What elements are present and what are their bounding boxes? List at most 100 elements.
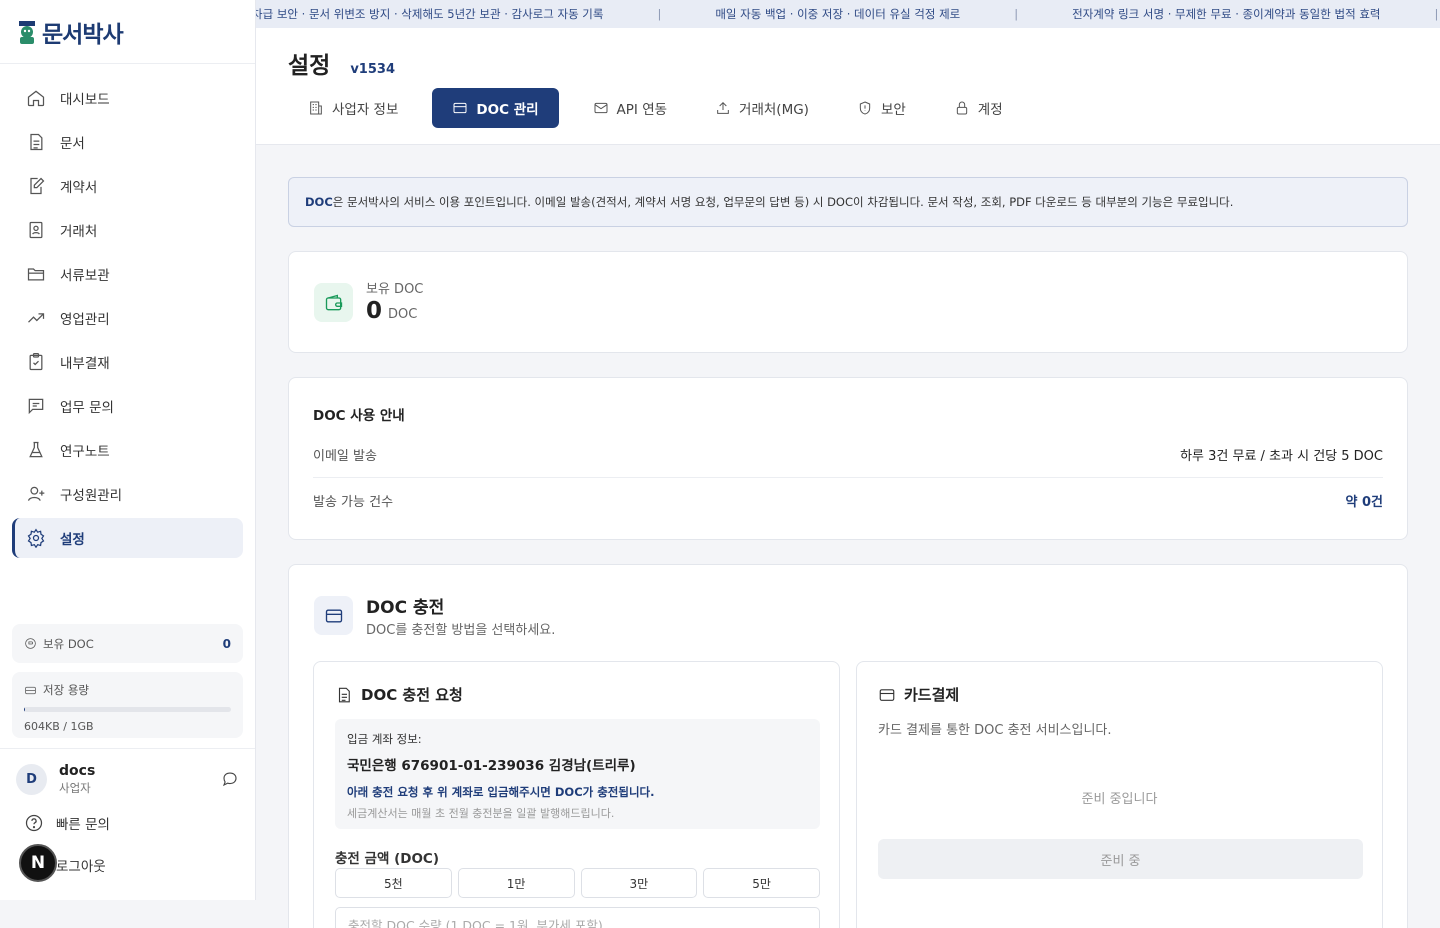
sidebar-item-sales[interactable]: 영업관리 bbox=[12, 298, 243, 338]
card-payment-panel: 카드결제 카드 결제를 통한 DOC 충전 서비스입니다. 준비 중입니다 준비… bbox=[856, 661, 1383, 928]
sidebar-item-contracts[interactable]: 계약서 bbox=[12, 166, 243, 206]
request-title: DOC 충전 요청 bbox=[361, 686, 463, 704]
sidebar-item-label: 연구노트 bbox=[60, 444, 110, 460]
amount-30k-button[interactable]: 3만 bbox=[580, 868, 698, 898]
tab-account[interactable]: 계정 bbox=[940, 88, 1017, 128]
card-payment-button[interactable]: 준비 중 bbox=[878, 839, 1363, 879]
coin-icon bbox=[25, 638, 36, 649]
contact-icon bbox=[29, 221, 43, 239]
sidebar-item-clients[interactable]: 거래처 bbox=[12, 210, 243, 250]
settings-tabs: 사업자 정보 DOC 관리 API 연동 거래처(MG) 보안 계정 bbox=[294, 88, 1037, 128]
help-circle-icon bbox=[25, 814, 43, 832]
storage-progress-fill bbox=[24, 707, 26, 712]
avatar[interactable]: D bbox=[16, 763, 47, 795]
charge-title: DOC 충전 bbox=[366, 598, 445, 618]
building-icon bbox=[310, 101, 322, 115]
sidebar: 문서박사 대시보드 문서 계약서 거래처 서류보관 영업관리 내부결재 업무 문… bbox=[0, 0, 256, 900]
balance-card: 보유 DOC 0 DOC bbox=[288, 251, 1408, 353]
upload-icon bbox=[717, 101, 729, 114]
usage-guide-card: DOC 사용 안내 이메일 발송 하루 3건 무료 / 초과 시 건당 5 DO… bbox=[288, 377, 1408, 540]
tab-doc-management[interactable]: DOC 관리 bbox=[432, 88, 559, 128]
sidebar-item-dashboard[interactable]: 대시보드 bbox=[12, 78, 243, 118]
amount-5k-button[interactable]: 5천 bbox=[335, 868, 452, 898]
usage-row-value: 하루 3건 무료 / 초과 시 건당 5 DOC bbox=[1180, 449, 1383, 464]
home-icon bbox=[27, 90, 45, 107]
storage-progress-bar bbox=[24, 707, 231, 712]
logo[interactable]: 문서박사 bbox=[0, 0, 255, 64]
sidebar-item-settings[interactable]: 설정 bbox=[12, 518, 243, 558]
sidebar-doc-balance[interactable]: 보유 DOC 0 bbox=[12, 624, 243, 663]
sidebar-storage: 저장 용량 604KB / 1GB bbox=[12, 672, 243, 738]
amount-buttons: 5천 1만 3만 5만 bbox=[335, 868, 820, 898]
wallet-icon bbox=[325, 294, 342, 310]
sidebar-item-research[interactable]: 연구노트 bbox=[12, 430, 243, 470]
doc-balance-value: 0 bbox=[222, 636, 231, 651]
doc-info-banner: DOC 은 문서박사의 서비스 이용 포인트입니다. 이메일 발송(견적서, 계약… bbox=[288, 177, 1408, 227]
sidebar-item-archive[interactable]: 서류보관 bbox=[12, 254, 243, 294]
marquee-item: 매일 자동 백업 · 이중 저장 · 데이터 유실 걱정 제로 bbox=[715, 7, 961, 21]
marquee-separator: | bbox=[1434, 7, 1439, 21]
document-icon bbox=[30, 133, 43, 151]
tab-label: 보안 bbox=[880, 102, 906, 118]
lock-icon bbox=[956, 101, 967, 115]
sidebar-item-inquiry[interactable]: 업무 문의 bbox=[12, 386, 243, 426]
sidebar-item-members[interactable]: 구성원관리 bbox=[12, 474, 243, 514]
tab-clients-mg[interactable]: 거래처(MG) bbox=[701, 88, 823, 128]
storage-icon bbox=[25, 686, 36, 694]
tab-api[interactable]: API 연동 bbox=[579, 88, 682, 128]
logo-icon bbox=[19, 20, 35, 44]
wallet-icon-box bbox=[314, 283, 353, 322]
quick-inquiry-link[interactable]: 빠른 문의 bbox=[16, 805, 239, 841]
charge-card: DOC 충전 DOC를 충전할 방법을 선택하세요. DOC 충전 요청 입금 … bbox=[288, 564, 1408, 928]
tab-label: DOC 관리 bbox=[476, 102, 539, 118]
usage-row-sendable: 발송 가능 건수 약 0건 bbox=[313, 477, 1383, 522]
message-icon bbox=[28, 398, 44, 415]
tab-label: 계정 bbox=[977, 102, 1003, 118]
doc-balance-label: 보유 DOC bbox=[43, 636, 94, 651]
preparing-text: 준비 중입니다 bbox=[1081, 792, 1158, 807]
amount-label: 충전 금액 (DOC) bbox=[335, 851, 440, 867]
sidebar-item-label: 내부결재 bbox=[60, 356, 110, 372]
storage-usage: 604KB / 1GB bbox=[24, 720, 94, 733]
chat-icon[interactable] bbox=[221, 770, 239, 788]
card-icon bbox=[453, 102, 467, 114]
folder-icon bbox=[27, 268, 45, 281]
sidebar-item-label: 계약서 bbox=[60, 180, 98, 196]
tab-business-info[interactable]: 사업자 정보 bbox=[294, 88, 412, 128]
marquee-item: 차급 보안 · 문서 위변조 방지 · 삭제해도 5년간 보관 · 감사로그 자… bbox=[256, 7, 604, 21]
sidebar-item-label: 서류보관 bbox=[60, 268, 110, 284]
sidebar-item-label: 업무 문의 bbox=[60, 400, 114, 416]
page-header: 설정 v1534 사업자 정보 DOC 관리 API 연동 거래처(MG) 보안… bbox=[256, 28, 1440, 145]
quick-inquiry-label: 빠른 문의 bbox=[56, 817, 110, 833]
usage-row-email: 이메일 발송 하루 3건 무료 / 초과 시 건당 5 DOC bbox=[313, 432, 1383, 477]
user-plus-icon bbox=[27, 486, 45, 501]
page-title: 설정 bbox=[288, 53, 331, 79]
marquee-separator: | bbox=[1014, 7, 1019, 21]
marquee-item: 전자계약 링크 서명 · 무제한 무료 · 종이계약과 동일한 법적 효력 bbox=[1072, 7, 1381, 21]
version-label: v1534 bbox=[350, 62, 395, 77]
banner-bold: DOC bbox=[305, 195, 333, 209]
document-icon bbox=[338, 687, 350, 702]
doc-amount-input[interactable] bbox=[335, 907, 820, 928]
charge-subtitle: DOC를 충전할 방법을 선택하세요. bbox=[366, 623, 556, 638]
credit-card-icon bbox=[879, 688, 895, 701]
sidebar-item-label: 대시보드 bbox=[60, 92, 110, 108]
flask-icon bbox=[29, 441, 43, 458]
bank-account: 국민은행 676901-01-239036 김경남(트리루) bbox=[347, 758, 636, 774]
amount-50k-button[interactable]: 5만 bbox=[703, 868, 820, 898]
marquee-separator: | bbox=[657, 7, 662, 21]
shield-icon bbox=[859, 101, 871, 115]
usage-row-value: 약 0건 bbox=[1345, 494, 1384, 510]
bank-note: 아래 충전 요청 후 위 계좌로 입금해주시면 DOC가 충전됩니다. bbox=[347, 785, 655, 799]
balance-unit: DOC bbox=[388, 307, 418, 322]
sidebar-item-documents[interactable]: 문서 bbox=[12, 122, 243, 162]
logout-label: 로그아웃 bbox=[56, 859, 106, 875]
sidebar-item-label: 영업관리 bbox=[60, 312, 110, 328]
banner-text: 은 문서박사의 서비스 이용 포인트입니다. 이메일 발송(견적서, 계약서 서… bbox=[332, 195, 1234, 209]
amount-10k-button[interactable]: 1만 bbox=[457, 868, 575, 898]
tab-security[interactable]: 보안 bbox=[843, 88, 920, 128]
sidebar-item-approval[interactable]: 내부결재 bbox=[12, 342, 243, 382]
credit-card-icon bbox=[325, 609, 342, 622]
n-badge[interactable]: N bbox=[19, 844, 57, 882]
card-payment-subtitle: 카드 결제를 통한 DOC 충전 서비스입니다. bbox=[878, 723, 1112, 738]
